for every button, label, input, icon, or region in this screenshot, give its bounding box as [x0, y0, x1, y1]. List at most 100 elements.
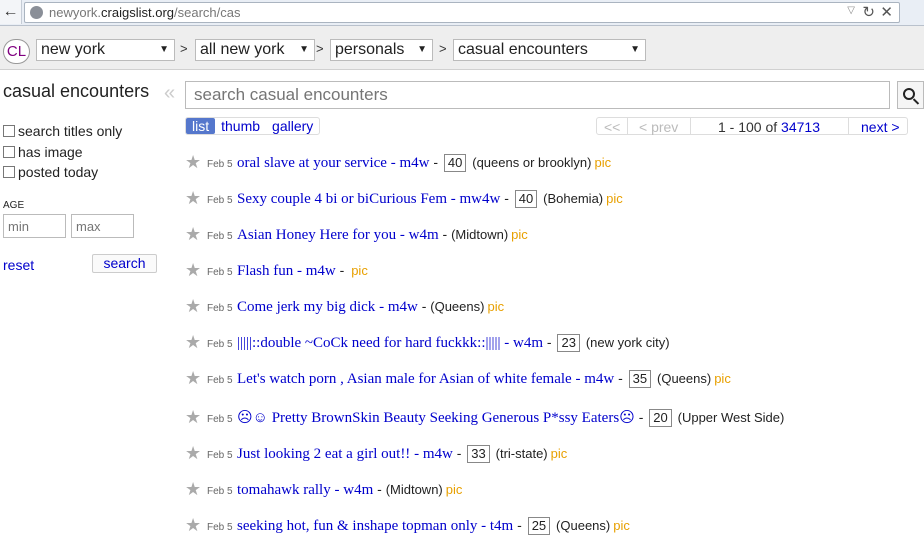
checkbox[interactable] — [3, 166, 15, 178]
first-page-link[interactable]: << — [604, 119, 620, 135]
crumb-select-section[interactable]: personals ▼ — [330, 39, 433, 61]
pic-tag: pic — [487, 299, 505, 314]
listing-title-link[interactable]: oral slave at your service — [237, 155, 387, 171]
craigslist-logo[interactable]: CL — [3, 39, 30, 64]
favorite-star-icon[interactable]: ★ — [185, 369, 201, 387]
listing-category[interactable]: m4w — [584, 371, 614, 387]
listing-body: oral slave at your service - m4w - 40 (q… — [237, 154, 612, 172]
listing-location: (Queens) — [556, 518, 611, 533]
listing-category[interactable]: m4w — [423, 446, 453, 462]
reload-icon[interactable]: ↻ — [862, 3, 875, 21]
favorite-star-icon[interactable]: ★ — [185, 261, 201, 279]
listing-category[interactable]: w4m — [409, 227, 439, 243]
search-button[interactable] — [897, 81, 924, 109]
search-input[interactable] — [185, 81, 890, 109]
option-posted-today[interactable]: posted today — [3, 164, 98, 180]
chevron-down-icon: ▼ — [159, 44, 169, 55]
divider — [627, 118, 628, 134]
favorite-star-icon[interactable]: ★ — [185, 480, 201, 498]
reset-link[interactable]: reset — [3, 257, 34, 273]
age-badge: 25 — [527, 517, 551, 535]
url-dropdown-icon[interactable]: ▽ — [847, 5, 855, 16]
listing-category[interactable]: m4w — [306, 263, 336, 279]
crumb-select-category[interactable]: casual encounters ▼ — [453, 39, 646, 61]
favorite-star-icon[interactable]: ★ — [185, 333, 201, 351]
favorite-star-icon[interactable]: ★ — [185, 444, 201, 462]
favorite-star-icon[interactable]: ★ — [185, 408, 201, 426]
favorite-star-icon[interactable]: ★ — [185, 516, 201, 534]
listing-body: seeking hot, fun & inshape topman only -… — [237, 517, 630, 535]
listing-location: (queens or brooklyn) — [472, 155, 592, 170]
sidebar-search-button[interactable]: search — [92, 254, 157, 273]
age-badge: 40 — [443, 154, 467, 172]
listing-date: Feb 5 — [207, 303, 233, 314]
age-badge: 35 — [628, 370, 652, 388]
collapse-sidebar-icon[interactable]: « — [164, 83, 175, 103]
back-arrow-icon[interactable]: ← — [0, 0, 22, 24]
chevron-down-icon: ▼ — [299, 44, 309, 55]
favorite-star-icon[interactable]: ★ — [185, 225, 201, 243]
listing-body: Come jerk my big dick - m4w - (Queens) pi… — [237, 298, 505, 315]
listing-title-link[interactable]: |||||::double ~CoCk need for hard fuckkk… — [237, 335, 501, 351]
pagination: << < prev 1 - 100 of 34713 next > — [596, 117, 908, 135]
option-has-image[interactable]: has image — [3, 144, 83, 160]
next-page-link[interactable]: next > — [861, 119, 900, 135]
favorite-star-icon[interactable]: ★ — [185, 297, 201, 315]
listing-category[interactable]: w4m — [513, 335, 543, 351]
listing-category[interactable]: m4w — [399, 155, 429, 171]
listing-title-link[interactable]: Come jerk my big dick — [237, 299, 375, 315]
prev-page-link[interactable]: < prev — [639, 119, 678, 135]
listing-title-link[interactable]: Let's watch porn , Asian male for Asian … — [237, 371, 572, 387]
crumb-separator: > — [439, 41, 447, 56]
listing-date: Feb 5 — [207, 375, 233, 386]
listing-title-link[interactable]: tomahawk rally — [237, 482, 331, 498]
listing-location: (Upper West Side) — [677, 410, 785, 425]
age-label: AGE — [3, 200, 25, 211]
url-text[interactable]: newyork.craigslist.org/search/cas — [49, 5, 240, 20]
listing-location: (Bohemia) — [543, 191, 604, 206]
listing-category[interactable]: mw4w — [460, 191, 501, 207]
listing-body: Asian Honey Here for you - w4m - (Midtow… — [237, 226, 528, 243]
tab-list[interactable]: list — [186, 118, 216, 134]
checkbox[interactable] — [3, 125, 15, 137]
age-min-input[interactable] — [3, 214, 66, 238]
age-max-input[interactable] — [71, 214, 134, 238]
listing-location: (new york city) — [585, 335, 670, 350]
listing-title-link[interactable]: Flash fun — [237, 263, 293, 279]
listing-category[interactable]: m4w — [388, 299, 418, 315]
listing-date: Feb 5 — [207, 339, 233, 350]
listing-body: tomahawk rally - w4m - (Midtown) pic — [237, 481, 463, 498]
listing-title-link[interactable]: seeking hot, fun & inshape topman only — [237, 518, 477, 534]
age-badge: 40 — [514, 190, 538, 208]
listing-title-link[interactable]: ☹☺ Pretty BrownSkin Beauty Seeking Gener… — [237, 410, 635, 426]
result-range: 1 - 100 of 34713 — [718, 119, 820, 135]
listing-title-link[interactable]: Just looking 2 eat a girl out!! — [237, 446, 410, 462]
chevron-down-icon: ▼ — [417, 44, 427, 55]
tab-thumb[interactable]: thumb — [215, 118, 266, 134]
listing-title-link[interactable]: Asian Honey Here for you — [237, 227, 396, 243]
listing-date: Feb 5 — [207, 267, 233, 278]
listing-body: Flash fun - m4w - pic — [237, 262, 368, 279]
result-total: 34713 — [781, 119, 820, 135]
browser-address-bar: ← newyork.craigslist.org/search/cas ▽ ↻ … — [0, 0, 924, 26]
favorite-star-icon[interactable]: ★ — [185, 153, 201, 171]
checkbox[interactable] — [3, 146, 15, 158]
favorite-star-icon[interactable]: ★ — [185, 189, 201, 207]
listing-category[interactable]: t4m — [490, 518, 513, 534]
view-mode-tabs: list thumb gallery — [185, 117, 321, 135]
crumb-select-city[interactable]: new york ▼ — [36, 39, 175, 61]
url-field[interactable]: newyork.craigslist.org/search/cas ▽ ↻ ✕ — [24, 2, 900, 23]
stop-icon[interactable]: ✕ — [880, 3, 893, 21]
listing-date: Feb 5 — [207, 450, 233, 461]
crumb-select-area[interactable]: all new york ▼ — [195, 39, 315, 61]
listing-location: (Midtown) — [385, 482, 443, 497]
globe-icon — [30, 6, 43, 19]
tab-gallery[interactable]: gallery — [266, 118, 319, 134]
option-search-titles-only[interactable]: search titles only — [3, 123, 122, 139]
listing-date: Feb 5 — [207, 231, 233, 242]
listing-location: (Queens) — [430, 299, 485, 314]
crumb-separator: > — [180, 41, 188, 56]
listing-title-link[interactable]: Sexy couple 4 bi or biCurious Fem — [237, 191, 447, 207]
age-badge: 23 — [557, 334, 580, 352]
listing-category[interactable]: w4m — [343, 482, 373, 498]
